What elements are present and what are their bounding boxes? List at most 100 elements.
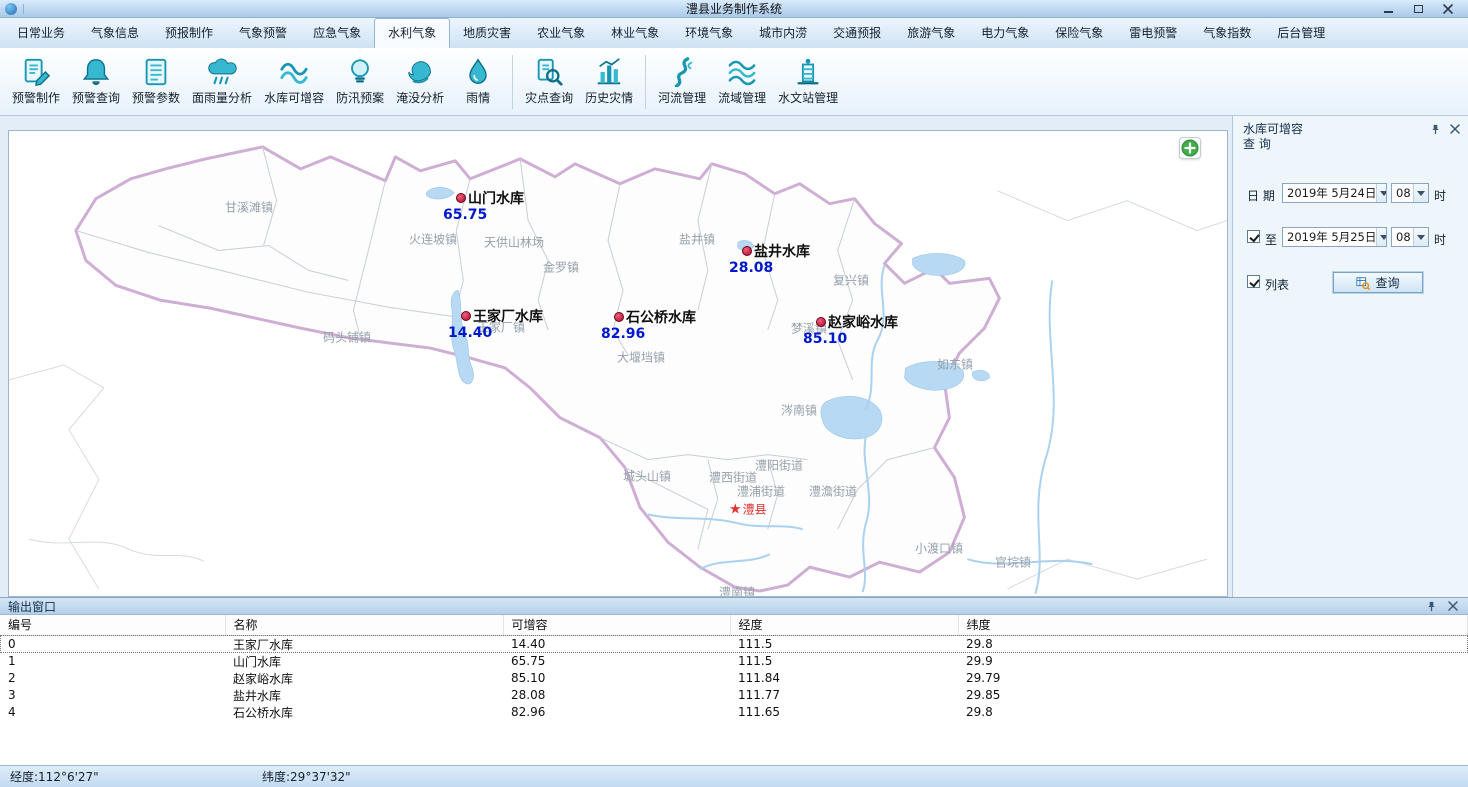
toolbar-button-basin-manage[interactable]: 流域管理 <box>712 51 772 113</box>
output-cell: 29.85 <box>958 687 1468 704</box>
reservoir-dot-icon[interactable] <box>461 311 471 321</box>
menu-tab-13[interactable]: 旅游气象 <box>894 18 968 48</box>
town-label: 如东镇 <box>937 356 973 373</box>
alert-params-icon <box>141 57 171 87</box>
toolbar-button-alert-edit[interactable]: 预警制作 <box>6 51 66 113</box>
reservoir-dot-icon[interactable] <box>614 312 624 322</box>
minimize-button[interactable] <box>1382 3 1394 15</box>
river-manage-icon <box>667 57 697 87</box>
toolbar-button-label: 河流管理 <box>658 89 706 106</box>
title-bar: 澧县业务制作系统 <box>0 0 1468 18</box>
menu-tab-5[interactable]: 应急气象 <box>300 18 374 48</box>
reservoir-value: 82.96 <box>601 326 645 342</box>
toolbar-button-alert-params[interactable]: 预警参数 <box>126 51 186 113</box>
status-latitude: 纬度:29°37'32" <box>262 768 351 785</box>
output-row[interactable]: 4石公桥水库82.96111.6529.8 <box>0 704 1468 721</box>
status-longitude: 经度:112°6'27" <box>10 768 262 785</box>
output-column-header[interactable]: 名称 <box>225 615 503 635</box>
pin-button[interactable] <box>1424 599 1438 613</box>
end-date-select[interactable]: 2019年 5月25日 <box>1282 227 1387 247</box>
output-cell: 山门水库 <box>225 653 503 670</box>
reservoir-dot-icon[interactable] <box>816 317 826 327</box>
toolbar-button-label: 淹没分析 <box>396 89 444 106</box>
toolbar-button-label: 防汛预案 <box>336 89 384 106</box>
menu-tab-10[interactable]: 环境气象 <box>672 18 746 48</box>
close-button[interactable] <box>1442 3 1454 15</box>
end-hour-value: 08 <box>1392 230 1413 244</box>
query-table-search-icon <box>1356 276 1370 290</box>
menu-tab-17[interactable]: 气象指数 <box>1190 18 1264 48</box>
map-canvas[interactable]: 甘溪滩镇火连坡镇天供山林场金罗镇盐井镇复兴镇码头铺镇王家厂镇梦溪镇大堰垱镇如东镇… <box>8 130 1228 597</box>
menu-tab-7[interactable]: 地质灾害 <box>450 18 524 48</box>
toolbar-button-rain-analysis[interactable]: 面雨量分析 <box>186 51 258 113</box>
hour-suffix: 时 <box>1434 187 1446 204</box>
toolbar-button-flood-plan[interactable]: 防汛预案 <box>330 51 390 113</box>
maximize-button[interactable] <box>1412 3 1424 15</box>
output-row[interactable]: 3盐井水库28.08111.7729.85 <box>0 687 1468 704</box>
reservoir-value: 28.08 <box>729 260 773 276</box>
end-hour-select[interactable]: 08 <box>1391 227 1429 247</box>
hour-suffix: 时 <box>1434 231 1446 248</box>
output-column-header[interactable]: 编号 <box>0 615 225 635</box>
pin-button[interactable] <box>1428 122 1442 136</box>
star-icon: ★ <box>729 502 742 516</box>
to-checkbox[interactable] <box>1247 230 1260 243</box>
output-column-header[interactable]: 经度 <box>730 615 958 635</box>
town-label: 澧南镇 <box>719 584 755 598</box>
town-label: 小渡口镇 <box>915 540 963 557</box>
reservoir-query-panel: 水库可增容 查 询 日 期 2019年 5月24日 08 时 <box>1232 116 1468 597</box>
alert-edit-icon <box>21 57 51 87</box>
output-column-header[interactable]: 纬度 <box>958 615 1468 635</box>
menu-tab-1[interactable]: 日常业务 <box>4 18 78 48</box>
reservoir-name: 王家厂水库 <box>473 306 543 326</box>
panel-close-button[interactable] <box>1448 122 1462 136</box>
output-cell: 王家厂水库 <box>225 635 503 653</box>
menu-tab-2[interactable]: 气象信息 <box>78 18 152 48</box>
list-checkbox[interactable] <box>1247 275 1260 288</box>
menu-tab-9[interactable]: 林业气象 <box>598 18 672 48</box>
output-column-header[interactable]: 可增容 <box>503 615 730 635</box>
toolbar-button-river-manage[interactable]: 河流管理 <box>652 51 712 113</box>
menu-tab-15[interactable]: 保险气象 <box>1042 18 1116 48</box>
output-header-row: 编号名称可增容经度纬度 <box>0 615 1468 635</box>
start-date-select[interactable]: 2019年 5月24日 <box>1282 183 1387 203</box>
toolbar-button-rain-info[interactable]: 雨情 <box>450 51 506 113</box>
query-button-label: 查询 <box>1375 274 1399 291</box>
toolbar-button-hydrostation-manage[interactable]: 水文站管理 <box>772 51 844 113</box>
toolbar-button-flood-analysis[interactable]: 淹没分析 <box>390 51 450 113</box>
menu-tab-14[interactable]: 电力气象 <box>968 18 1042 48</box>
menu-tab-12[interactable]: 交通预报 <box>820 18 894 48</box>
toolbar-button-alert-bell[interactable]: 预警查询 <box>66 51 126 113</box>
flood-plan-icon <box>345 57 375 87</box>
map-add-button[interactable] <box>1179 137 1201 159</box>
reservoir-capacity-icon <box>279 57 309 87</box>
toolbar: 预警制作预警查询预警参数面雨量分析水库可增容防汛预案淹没分析 雨情 灾点查询历史灾情… <box>0 48 1468 116</box>
toolbar-button-label: 预警参数 <box>132 89 180 106</box>
menu-tab-3[interactable]: 预报制作 <box>152 18 226 48</box>
reservoir-name: 石公桥水库 <box>626 307 696 327</box>
menu-tab-4[interactable]: 气象预警 <box>226 18 300 48</box>
reservoir-dot-icon[interactable] <box>456 193 466 203</box>
output-row[interactable]: 1山门水库65.75111.529.9 <box>0 653 1468 670</box>
menu-tab-18[interactable]: 后台管理 <box>1264 18 1338 48</box>
toolbar-button-label: 雨情 <box>466 89 490 106</box>
reservoir-dot-icon[interactable] <box>742 246 752 256</box>
start-hour-select[interactable]: 08 <box>1391 183 1429 203</box>
rain-analysis-icon <box>207 57 237 87</box>
menu-tab-16[interactable]: 雷电预警 <box>1116 18 1190 48</box>
query-button[interactable]: 查询 <box>1333 272 1423 293</box>
output-row[interactable]: 0王家厂水库14.40111.529.8 <box>0 635 1468 653</box>
toolbar-button-reservoir-capacity[interactable]: 水库可增容 <box>258 51 330 113</box>
toolbar-button-disaster-history[interactable]: 历史灾情 <box>579 51 639 113</box>
town-label: 城头山镇 <box>623 468 671 485</box>
output-window: 输出窗口 编号名称可增容经度纬度 0王家厂水库14.40111.529.81山门… <box>0 597 1468 765</box>
output-close-button[interactable] <box>1446 599 1460 613</box>
menu-tab-11[interactable]: 城市内涝 <box>746 18 820 48</box>
output-cell: 0 <box>0 635 225 653</box>
toolbar-button-label: 水库可增容 <box>264 89 324 106</box>
chevron-down-icon <box>1413 228 1428 246</box>
toolbar-button-disaster-search[interactable]: 灾点查询 <box>519 51 579 113</box>
menu-tab-6[interactable]: 水利气象 <box>374 18 450 48</box>
menu-tab-8[interactable]: 农业气象 <box>524 18 598 48</box>
output-row[interactable]: 2赵家峪水库85.10111.8429.79 <box>0 670 1468 687</box>
